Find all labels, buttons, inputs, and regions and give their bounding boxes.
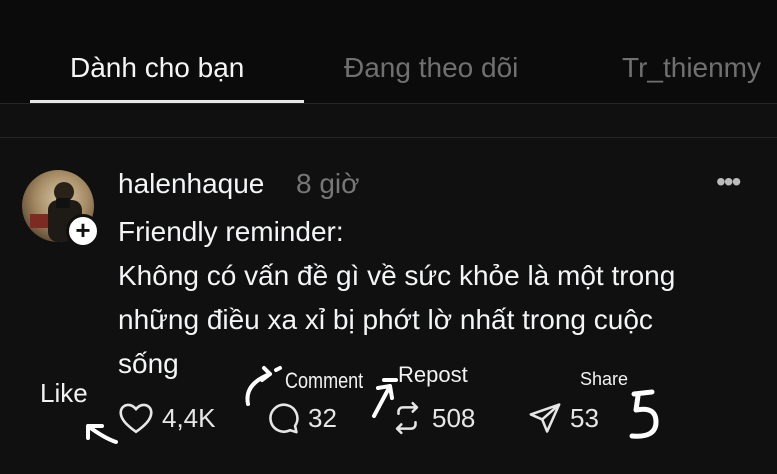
heart-icon (119, 403, 153, 434)
repost-count: 508 (432, 402, 476, 433)
post-text-line: những điều xa xỉ bị phớt lờ nhất trong c… (118, 304, 653, 335)
comment-count: 32 (308, 402, 337, 433)
tab-following[interactable]: Đang theo dõi (344, 52, 518, 84)
annotation-like: Like (40, 378, 88, 408)
like-button[interactable]: 4,4K (118, 400, 216, 436)
post-username[interactable]: halenhaque (118, 168, 264, 200)
annotation-repost: Repost (398, 362, 468, 387)
annotation-arrow-share (629, 389, 659, 439)
post-body: Friendly reminder: Không có vấn đề gì về… (118, 210, 758, 386)
tab-custom-feed[interactable]: Tr_thienmy (622, 52, 761, 84)
like-count: 4,4K (162, 402, 216, 433)
send-icon (529, 403, 561, 433)
post-text-line: Không có vấn đề gì về sức khỏe là một tr… (118, 260, 676, 291)
repost-button[interactable]: 508 (390, 400, 475, 436)
follow-button[interactable]: + (66, 214, 100, 248)
annotation-arrow-comment (245, 366, 282, 406)
more-options-icon[interactable]: ••• (716, 166, 741, 198)
tab-divider (0, 103, 777, 104)
annotation-share: Share (580, 369, 629, 389)
feed-tab-bar: Dành cho bạn Đang theo dõi Tr_thienmy (0, 0, 777, 104)
post-time: 8 giờ (296, 168, 360, 199)
annotation-comment: Comment (285, 368, 364, 393)
annotation-arrow-repost (372, 378, 398, 418)
tab-for-you[interactable]: Dành cho bạn (70, 52, 244, 84)
post-text-line: Friendly reminder: (118, 216, 344, 247)
share-count: 53 (570, 402, 599, 433)
annotation-arrow-like (86, 424, 118, 444)
post-divider (0, 137, 777, 138)
share-button[interactable]: 53 (528, 400, 599, 436)
